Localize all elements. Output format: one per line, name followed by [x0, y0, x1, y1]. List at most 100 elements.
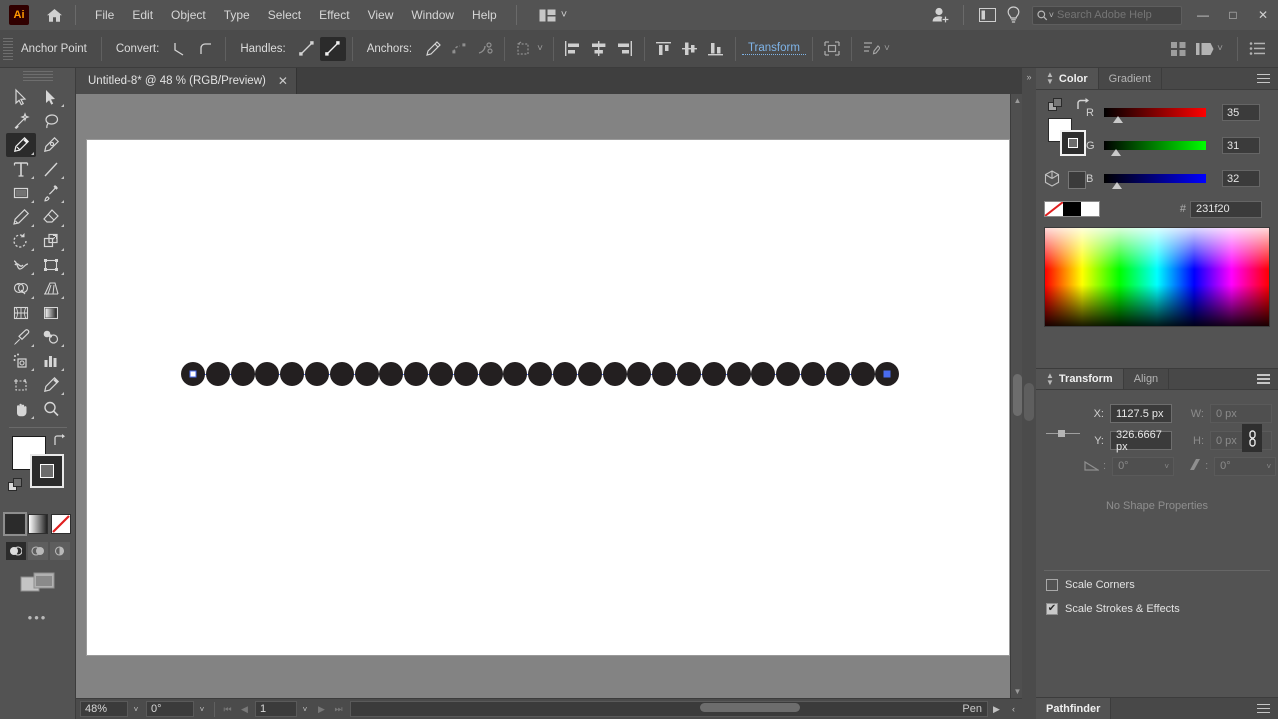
revert-color-icon[interactable] — [1076, 98, 1091, 114]
collapse-expand-icon[interactable]: ▲ ▼ — [1046, 71, 1054, 86]
color-spectrum-ramp[interactable] — [1044, 227, 1270, 327]
control-bar-grip[interactable] — [3, 37, 13, 60]
type-tool[interactable] — [6, 157, 36, 181]
path-dot[interactable] — [205, 362, 230, 386]
edit-toolbar-caret-icon[interactable]: ˅ — [884, 43, 890, 54]
mesh-tool[interactable] — [6, 301, 36, 325]
channel-value-r[interactable]: 35 — [1222, 104, 1260, 121]
menu-type[interactable]: Type — [215, 4, 259, 26]
tab-pathfinder[interactable]: Pathfinder — [1036, 698, 1112, 719]
path-anchor-first[interactable] — [189, 370, 197, 378]
path-dot[interactable] — [701, 362, 726, 386]
color-mode-button[interactable] — [2, 512, 27, 536]
show-handles-icon[interactable] — [294, 37, 320, 61]
scale-tool[interactable] — [36, 229, 66, 253]
path-dot[interactable] — [478, 362, 503, 386]
default-fill-stroke-icon[interactable] — [8, 478, 23, 495]
canvas-area[interactable] — [76, 94, 1022, 698]
path-dot[interactable] — [453, 362, 478, 386]
channel-thumb[interactable] — [1111, 149, 1122, 156]
channel-value-b[interactable]: 32 — [1222, 170, 1260, 187]
arrange-documents-icon-2[interactable] — [1191, 37, 1217, 61]
width-tool[interactable] — [6, 253, 36, 277]
menu-file[interactable]: File — [86, 4, 123, 26]
blend-tool[interactable] — [36, 325, 66, 349]
curvature-tool[interactable] — [36, 133, 66, 157]
perspective-grid-tool[interactable] — [36, 277, 66, 301]
gradient-mode-button[interactable] — [27, 514, 48, 534]
rectangle-tool[interactable] — [6, 181, 36, 205]
menu-object[interactable]: Object — [162, 4, 215, 26]
path-dot[interactable] — [354, 362, 379, 386]
remove-anchor-icon[interactable] — [420, 37, 446, 61]
connect-anchors-icon[interactable] — [446, 37, 472, 61]
workspace-switcher-icon[interactable] — [974, 2, 1000, 28]
path-dot[interactable] — [776, 362, 801, 386]
hand-tool[interactable] — [6, 397, 36, 421]
path-dot[interactable] — [726, 362, 751, 386]
shape-options-icon[interactable] — [819, 37, 845, 61]
stroke-color-swatch[interactable] — [30, 454, 64, 488]
channel-thumb[interactable] — [1111, 182, 1122, 189]
x-field[interactable]: 1127.5 px — [1110, 404, 1172, 423]
path-anchor-last[interactable] — [883, 370, 891, 378]
path-dot[interactable] — [751, 362, 776, 386]
home-icon[interactable] — [43, 4, 65, 26]
reference-point-handle[interactable] — [1058, 430, 1065, 437]
color-stroke-swatch[interactable] — [1060, 130, 1086, 156]
hex-value-field[interactable]: 231f20 — [1190, 200, 1262, 218]
draw-inside-button[interactable] — [49, 542, 70, 560]
document-tab[interactable]: Untitled-8* @ 48 % (RGB/Preview) ✕ — [76, 68, 297, 94]
scale-corners-checkbox[interactable] — [1046, 579, 1058, 591]
menu-edit[interactable]: Edit — [123, 4, 162, 26]
path-dot[interactable] — [652, 362, 677, 386]
color-panel-menu-icon[interactable] — [1249, 68, 1278, 89]
paintbrush-tool[interactable] — [36, 181, 66, 205]
tab-gradient[interactable]: Gradient — [1099, 68, 1162, 89]
path-dot[interactable] — [577, 362, 602, 386]
scale-strokes-row[interactable]: ✔ Scale Strokes & Effects — [1036, 599, 1278, 619]
channel-slider-g[interactable] — [1104, 141, 1206, 156]
path-dot[interactable] — [379, 362, 404, 386]
path-dot[interactable] — [677, 362, 701, 386]
align-right-icon[interactable] — [612, 37, 638, 61]
menu-select[interactable]: Select — [259, 4, 310, 26]
white-swatch[interactable] — [1081, 202, 1099, 216]
path-dot[interactable] — [329, 362, 354, 386]
pencil-tool[interactable] — [6, 205, 36, 229]
rotate-view-field[interactable]: 0° — [146, 701, 194, 717]
vscroll-thumb[interactable] — [1013, 374, 1022, 416]
path-dot[interactable] — [627, 362, 652, 386]
path-dot[interactable] — [404, 362, 429, 386]
shear-caret-icon[interactable]: ˅ — [1266, 462, 1271, 471]
align-vertical-center-icon[interactable] — [677, 37, 703, 61]
channel-value-g[interactable]: 31 — [1222, 137, 1260, 154]
cut-path-icon[interactable] — [472, 37, 498, 61]
magic-wand-tool[interactable] — [6, 109, 36, 133]
path-dot[interactable] — [602, 362, 627, 386]
add-user-icon[interactable] — [927, 2, 953, 28]
menu-window[interactable]: Window — [402, 4, 463, 26]
artboard-caret-icon[interactable]: ˅ — [297, 701, 313, 717]
search-field[interactable] — [1057, 9, 1177, 21]
menu-effect[interactable]: Effect — [310, 4, 358, 26]
dock-drag-handle[interactable] — [1024, 383, 1034, 421]
rotate-caret-icon-2[interactable]: ˅ — [1164, 462, 1169, 471]
status-expand-icon[interactable]: ▶ — [988, 701, 1005, 718]
toolbar-grip[interactable] — [22, 71, 53, 83]
lightbulb-icon[interactable] — [1000, 2, 1026, 28]
rotate-angle-field[interactable]: 0° ˅ — [1112, 456, 1175, 476]
edit-toolbar-icon[interactable] — [858, 37, 884, 61]
w-field[interactable]: 0 px — [1210, 404, 1272, 423]
change-screen-mode-icon[interactable] — [0, 572, 75, 596]
scale-corners-row[interactable]: Scale Corners — [1036, 575, 1278, 595]
status-text[interactable]: Pen — [350, 701, 988, 717]
path-dot[interactable] — [255, 362, 280, 386]
shape-builder-tool[interactable] — [6, 277, 36, 301]
toolbar-overflow-icon[interactable]: ••• — [0, 610, 75, 625]
align-top-icon[interactable] — [651, 37, 677, 61]
rotate-tool[interactable] — [6, 229, 36, 253]
tab-align[interactable]: Align — [1124, 369, 1170, 389]
dock-collapse-strip[interactable]: » — [1022, 68, 1036, 719]
status-collapse-icon[interactable]: ‹ — [1005, 701, 1022, 718]
